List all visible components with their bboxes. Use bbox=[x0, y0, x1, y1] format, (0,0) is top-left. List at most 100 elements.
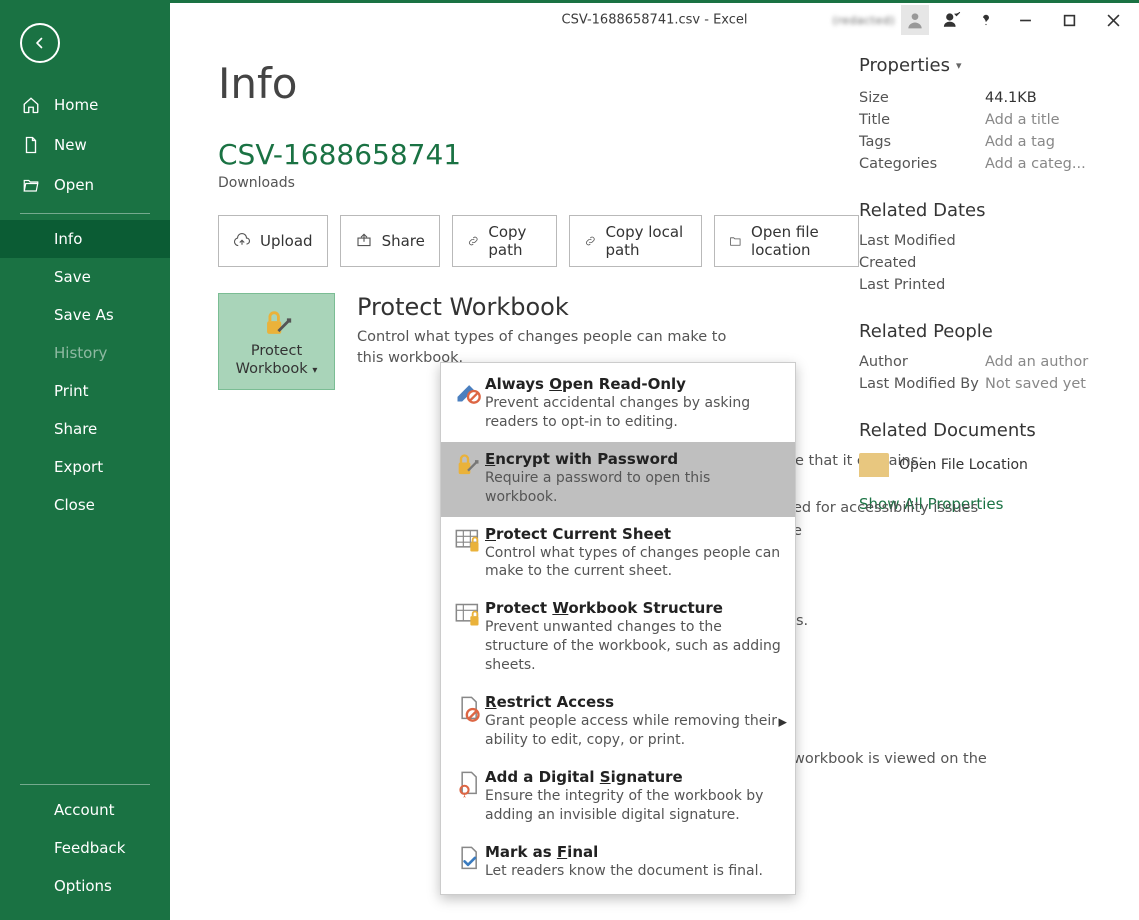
sidebar-item-label: Info bbox=[54, 230, 82, 248]
menu-item-mark-as-final[interactable]: Mark as Final Let readers know the docum… bbox=[441, 835, 795, 891]
header-label: Properties bbox=[859, 55, 950, 76]
sidebar-item-options[interactable]: Options bbox=[0, 867, 170, 905]
sidebar-item-info[interactable]: Info bbox=[0, 220, 170, 258]
new-file-icon bbox=[22, 136, 40, 154]
obscured-text: e bbox=[793, 520, 978, 543]
button-label: Upload bbox=[260, 232, 313, 250]
window-minimize-button[interactable] bbox=[1003, 0, 1047, 46]
sidebar-item-save-as[interactable]: Save As bbox=[0, 296, 170, 334]
sidebar-item-label: Close bbox=[54, 496, 95, 514]
help-icon[interactable] bbox=[969, 0, 1003, 40]
sidebar-item-feedback[interactable]: Feedback bbox=[0, 829, 170, 867]
sidebar-item-history[interactable]: History bbox=[0, 334, 170, 372]
sidebar-item-label: Open bbox=[54, 176, 94, 194]
copy-local-path-button[interactable]: Copy local path bbox=[569, 215, 703, 267]
link-icon bbox=[467, 232, 480, 250]
open-folder-icon bbox=[22, 176, 40, 194]
prop-placeholder[interactable]: Add a tag bbox=[985, 134, 1055, 150]
sidebar-item-export[interactable]: Export bbox=[0, 448, 170, 486]
related-people-header: Related People bbox=[859, 321, 1119, 342]
prop-key: Size bbox=[859, 90, 985, 106]
folder-icon bbox=[729, 232, 742, 250]
sidebar-item-label: Options bbox=[54, 877, 112, 895]
menu-item-restrict-access[interactable]: Restrict Access Grant people access whil… bbox=[441, 685, 795, 760]
folder-icon bbox=[859, 453, 889, 477]
related-documents-header: Related Documents bbox=[859, 420, 1119, 441]
sidebar-item-new[interactable]: New bbox=[0, 125, 170, 165]
sidebar-item-label: Home bbox=[54, 96, 98, 114]
prop-value: 44.1KB bbox=[985, 90, 1037, 106]
chevron-down-icon: ▾ bbox=[956, 59, 962, 72]
sidebar-item-label: New bbox=[54, 136, 87, 154]
menu-item-description: Grant people access while removing their… bbox=[485, 712, 781, 750]
menu-item-description: Require a password to open this workbook… bbox=[485, 469, 781, 507]
prop-key: Title bbox=[859, 112, 985, 128]
prop-key: Last Modified bbox=[859, 233, 985, 249]
digital-signature-icon bbox=[451, 768, 485, 825]
menu-item-description: Control what types of changes people can… bbox=[485, 544, 781, 582]
protect-workbook-button[interactable]: Protect Workbook ▾ bbox=[218, 293, 335, 390]
prop-placeholder[interactable]: Add a categ... bbox=[985, 156, 1086, 172]
menu-item-encrypt-with-password[interactable]: Encrypt with Password Require a password… bbox=[441, 442, 795, 517]
sidebar-separator bbox=[20, 784, 150, 785]
properties-panel: Properties▾ Size44.1KB TitleAdd a title … bbox=[859, 37, 1119, 513]
sidebar-item-label: Save bbox=[54, 268, 91, 286]
main-area: CSV-1688658741.csv - Excel (redacted) In… bbox=[170, 3, 1139, 920]
link-icon bbox=[584, 232, 597, 250]
sidebar-item-label: Export bbox=[54, 458, 103, 476]
properties-header[interactable]: Properties ▾ bbox=[859, 55, 1119, 76]
sidebar-item-open[interactable]: Open bbox=[0, 165, 170, 205]
menu-item-description: Prevent accidental changes by asking rea… bbox=[485, 394, 781, 432]
window-close-button[interactable] bbox=[1091, 0, 1135, 46]
button-label: Protect Workbook bbox=[236, 343, 308, 376]
encrypt-icon bbox=[451, 450, 485, 507]
sidebar-item-label: Print bbox=[54, 382, 89, 400]
sidebar-item-label: Feedback bbox=[54, 839, 125, 857]
coming-soon-icon[interactable] bbox=[935, 0, 969, 40]
info-toolbar: Upload Share Copy path Copy local path bbox=[218, 215, 859, 267]
obscured-text: s. bbox=[796, 613, 808, 629]
protect-sheet-icon bbox=[451, 525, 485, 582]
prop-key: Tags bbox=[859, 134, 985, 150]
window-maximize-button[interactable] bbox=[1047, 0, 1091, 46]
sidebar-item-print[interactable]: Print bbox=[0, 372, 170, 410]
protect-workbook-menu: Always Open Read-Only Prevent accidental… bbox=[440, 362, 796, 895]
document-path[interactable]: Downloads bbox=[218, 175, 859, 191]
back-button[interactable] bbox=[20, 23, 60, 63]
home-icon bbox=[22, 96, 40, 114]
sidebar-item-share[interactable]: Share bbox=[0, 410, 170, 448]
open-file-location-button[interactable]: Open file location bbox=[714, 215, 859, 267]
menu-item-protect-workbook-structure[interactable]: Protect Workbook Structure Prevent unwan… bbox=[441, 591, 795, 685]
button-label: Share bbox=[382, 232, 425, 250]
share-button[interactable]: Share bbox=[340, 215, 440, 267]
sidebar-item-account[interactable]: Account bbox=[0, 791, 170, 829]
sidebar-item-label: Account bbox=[54, 801, 115, 819]
obscured-text: ed for accessibility issues bbox=[793, 497, 978, 520]
restrict-access-icon bbox=[451, 693, 485, 750]
page-title: Info bbox=[218, 59, 859, 108]
menu-item-description: Ensure the integrity of the workbook by … bbox=[485, 787, 781, 825]
account-name: (redacted) bbox=[833, 14, 895, 27]
prop-placeholder[interactable]: Add a title bbox=[985, 112, 1060, 128]
prop-key: Categories bbox=[859, 156, 985, 172]
share-icon bbox=[355, 232, 373, 250]
menu-item-always-open-readonly[interactable]: Always Open Read-Only Prevent accidental… bbox=[441, 367, 795, 442]
prop-key: Author bbox=[859, 354, 985, 370]
sidebar-item-save[interactable]: Save bbox=[0, 258, 170, 296]
sidebar-item-home[interactable]: Home bbox=[0, 85, 170, 125]
prop-key: Created bbox=[859, 255, 985, 271]
prop-key: Last Modified By bbox=[859, 376, 985, 392]
copy-path-button[interactable]: Copy path bbox=[452, 215, 557, 267]
prop-placeholder[interactable]: Add an author bbox=[985, 354, 1088, 370]
account-avatar-icon[interactable] bbox=[901, 5, 929, 35]
document-filename: CSV-1688658741 bbox=[218, 138, 859, 171]
sidebar-separator bbox=[20, 213, 150, 214]
menu-item-protect-current-sheet[interactable]: Protect Current Sheet Control what types… bbox=[441, 517, 795, 592]
mark-final-icon bbox=[451, 843, 485, 881]
menu-item-description: Let readers know the document is final. bbox=[485, 862, 781, 881]
obscured-text: workbook is viewed on the bbox=[793, 751, 987, 767]
menu-item-add-digital-signature[interactable]: Add a Digital Signature Ensure the integ… bbox=[441, 760, 795, 835]
upload-button[interactable]: Upload bbox=[218, 215, 328, 267]
sidebar-item-close[interactable]: Close bbox=[0, 486, 170, 524]
backstage-sidebar: Home New Open Info Save Save As History … bbox=[0, 3, 170, 920]
